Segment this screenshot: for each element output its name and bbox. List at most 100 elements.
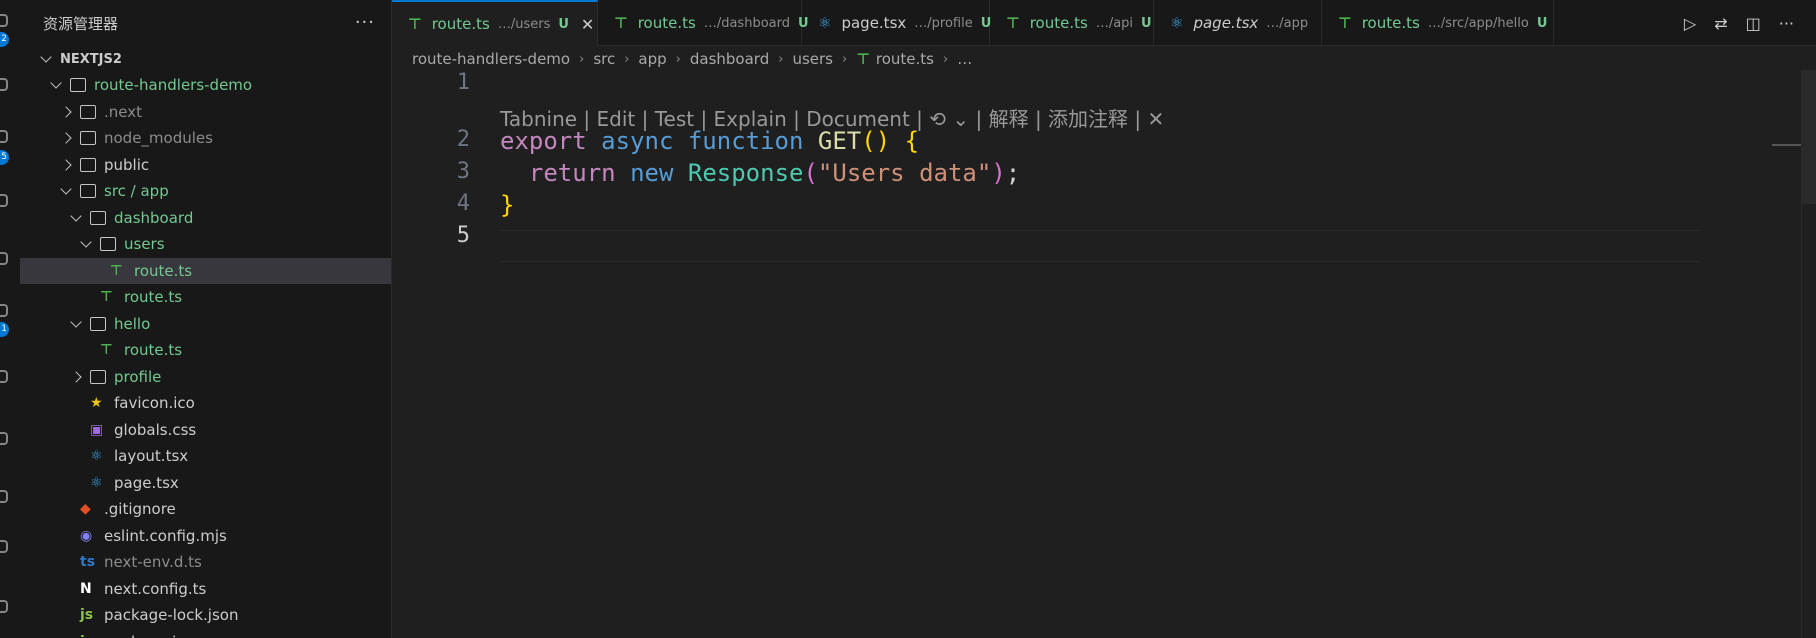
tree-item[interactable]: ⚛ layout.tsx: [20, 443, 391, 469]
split-editor-icon[interactable]: ◫: [1746, 14, 1761, 33]
workspace-root[interactable]: NEXTJS2: [20, 46, 391, 72]
folder-icon: [90, 210, 106, 225]
folder-icon: [80, 157, 96, 172]
chevron-down-icon: [60, 183, 72, 195]
tree-item[interactable]: users: [20, 231, 391, 257]
docker-icon[interactable]: [0, 490, 8, 503]
tree-item-label: profile: [114, 367, 162, 386]
code-token: Response: [687, 159, 804, 187]
tabnine-icon[interactable]: [0, 432, 8, 445]
tree-item-label: hello: [114, 314, 151, 333]
untracked-badge: U: [1141, 15, 1152, 31]
chevron-down-icon: [50, 77, 62, 89]
breadcrumb-separator: ›: [778, 51, 784, 67]
ts-file-icon: ⊤: [1006, 14, 1020, 32]
ts-file-icon: ⊤: [614, 14, 628, 32]
breadcrumb-item[interactable]: route.ts: [876, 50, 934, 68]
react-icon: ⚛: [90, 448, 103, 464]
remote-icon[interactable]: [0, 252, 8, 265]
editor-tab[interactable]: ⊤ route.ts …/api U: [990, 0, 1154, 46]
explorer-icon[interactable]: [0, 14, 8, 27]
chevron-right-icon: [60, 105, 72, 118]
code-line[interactable]: 4}: [392, 191, 1816, 223]
tree-item[interactable]: node_modules: [20, 125, 391, 151]
tree-item[interactable]: ⊤route.tsU: [20, 284, 391, 310]
json-icon: js: [80, 607, 94, 623]
editor-tab[interactable]: ⚛ page.tsx …/app: [1154, 0, 1322, 46]
tree-item[interactable]: public: [20, 152, 391, 178]
accounts-icon[interactable]: [0, 540, 8, 553]
tree-item[interactable]: ▣ globals.css: [20, 417, 391, 443]
search-icon[interactable]: [0, 78, 8, 91]
activity-bar: 2 5 1: [0, 0, 20, 638]
editor-tab[interactable]: ⊤ route.ts …/src/app/hello U: [1322, 0, 1554, 46]
scrollbar-thumb[interactable]: [1802, 70, 1816, 204]
tree-item[interactable]: Nnext.config.ts: [20, 576, 391, 602]
tree-item[interactable]: ◉ eslint.config.mjs: [20, 523, 391, 549]
chevron-down-icon: [80, 236, 92, 248]
ts-def-icon: ts: [80, 554, 96, 570]
compare-icon[interactable]: ⇄: [1714, 14, 1727, 33]
tab-label: route.ts: [1029, 14, 1088, 32]
tree-item[interactable]: ◆ .gitignore: [20, 496, 391, 522]
editor-tab[interactable]: ⊤ route.ts …/dashboard U: [598, 0, 809, 46]
tree-item[interactable]: src / app: [20, 178, 391, 204]
code-token: "Users data": [817, 159, 992, 187]
code-token: GET: [817, 127, 862, 155]
tree-item-label: layout.tsx: [114, 447, 189, 465]
chevron-down-icon: [40, 51, 52, 63]
untracked-badge: U: [1536, 15, 1548, 31]
editor-tab[interactable]: ⚛ page.tsx …/profile U: [802, 0, 991, 46]
ts-file-icon: ⊤: [110, 262, 123, 279]
more-icon[interactable]: ···: [1779, 14, 1794, 33]
breadcrumb-item[interactable]: …: [957, 50, 972, 68]
tree-item[interactable]: profile: [20, 364, 391, 390]
tree-item-label: public: [104, 155, 150, 174]
tree-item[interactable]: ⚛ page.tsx: [20, 470, 391, 496]
tree-item[interactable]: js package-lock.json: [20, 602, 391, 628]
editor-tab[interactable]: ⊤ route.ts …/users U ✕: [392, 0, 598, 46]
testing-icon[interactable]: [0, 370, 8, 383]
extensions-badge: 1: [0, 322, 9, 337]
folder-icon: [70, 78, 86, 92]
close-icon[interactable]: ✕: [581, 15, 594, 34]
css-file-icon: ▣: [90, 421, 104, 438]
code-line[interactable]: 1: [392, 70, 1816, 102]
breadcrumb-item[interactable]: route-handlers-demo: [412, 50, 570, 68]
extensions-icon[interactable]: [0, 304, 8, 317]
star-icon: ★: [90, 395, 103, 411]
line-number: 5: [456, 223, 470, 248]
tree-item[interactable]: ⊤route.tsU: [20, 337, 391, 363]
source-control-icon[interactable]: [0, 130, 8, 143]
run-debug-icon[interactable]: [0, 194, 8, 207]
code-token: return: [528, 159, 616, 187]
breadcrumb-item[interactable]: users: [792, 50, 833, 68]
code-line[interactable]: 2 export async function GET() {: [392, 127, 1816, 159]
tree-item[interactable]: hello: [20, 311, 391, 337]
tree-item[interactable]: dashboard: [20, 205, 391, 231]
tree-item[interactable]: route-handlers-demo: [20, 72, 391, 98]
breadcrumb-item[interactable]: src: [593, 50, 615, 68]
tree-item[interactable]: js package.json: [20, 629, 391, 638]
chevron-right-icon: [70, 370, 82, 383]
more-actions-icon[interactable]: ···: [355, 12, 375, 33]
chevron-right-icon: [60, 158, 72, 171]
tree-item[interactable]: ts next-env.d.ts: [20, 549, 391, 575]
tree-item[interactable]: ⊤route.tsU: [20, 257, 391, 284]
code-line[interactable]: 5: [392, 223, 1816, 255]
untracked-badge: U: [558, 16, 569, 32]
tree-item-label: globals.css: [114, 420, 197, 439]
code-token: new: [630, 159, 674, 187]
breadcrumb-item[interactable]: app: [638, 50, 666, 68]
breadcrumb-separator: ›: [579, 51, 585, 67]
tab-description: …/profile: [914, 15, 973, 31]
code-editor[interactable]: Tabnine | Edit | Test | Explain | Docume…: [392, 70, 1816, 638]
run-icon[interactable]: ▷: [1684, 14, 1696, 33]
settings-icon[interactable]: [0, 600, 8, 613]
code-line[interactable]: 3 return new Response("Users data");: [392, 159, 1816, 191]
explorer-title: 资源管理器: [43, 14, 119, 33]
breadcrumb-item[interactable]: dashboard: [690, 50, 769, 68]
tree-item[interactable]: .next: [20, 99, 391, 125]
tree-item[interactable]: ★ favicon.ico: [20, 390, 391, 416]
